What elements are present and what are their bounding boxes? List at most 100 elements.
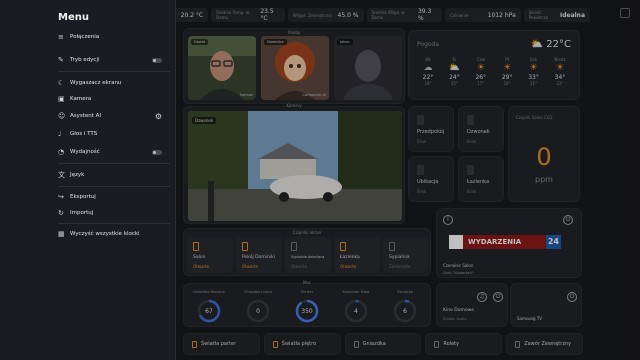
scene-button[interactable]: Zawór Zewnętrzny — [506, 333, 583, 355]
window-icon[interactable] — [620, 8, 630, 18]
menu-item-export[interactable]: ↪ Eksportuj — [58, 191, 162, 203]
gauge[interactable]: Komputer Kuba 4 — [333, 290, 379, 324]
menu-item-label: Wygaszacz ekranu — [70, 80, 122, 86]
sensor-state: Brak — [417, 189, 427, 194]
people-cameras-card: Osoby Dawid Samuel Dominika Cartoonish A… — [183, 28, 405, 104]
menu-item-label: Importuj — [70, 210, 94, 216]
sensor-state: Brak — [467, 189, 477, 194]
camera-caption: Cartoonish AI — [302, 93, 326, 97]
gear-icon[interactable]: ⚙ — [155, 112, 162, 121]
light-name: Sypialnia — [389, 255, 410, 260]
light-tile[interactable]: Sypialnia dziecięca Otwarte — [285, 237, 331, 273]
status-label: Ciśnienie — [450, 12, 469, 18]
menu-item-performance[interactable]: ◔ Wydajność — [58, 146, 162, 158]
menu-item-clear-all[interactable]: ▦ Wyczyść wszystkie klocki — [58, 228, 162, 240]
gauge-label: Serwer — [300, 290, 314, 294]
scene-button[interactable]: Światła piętro — [263, 333, 341, 355]
light-tile[interactable]: Salon Otwarte — [187, 237, 233, 273]
tv-card[interactable]: ⏻ Samsung TV — [510, 283, 582, 327]
menu-item-camera[interactable]: ▣ Kamera — [58, 93, 162, 105]
menu-item-label: Połączenia — [70, 34, 100, 40]
news-source: Czerwiec Salon — [443, 263, 474, 268]
light-name: Salon — [193, 255, 206, 260]
camera-tile[interactable]: Jakub — [334, 36, 402, 100]
menu-item-label: Wyczyść wszystkie klocki — [70, 231, 140, 237]
performance-toggle[interactable] — [152, 149, 162, 155]
forecast-day: Czw ☀ 26° 17° — [470, 57, 492, 86]
light-state: Otwarte — [340, 264, 357, 269]
power-icon[interactable]: ⏻ — [493, 292, 503, 302]
sensor-tile[interactable]: Dzwonek Brak — [458, 106, 504, 152]
status-value: 1012 hPa — [487, 11, 516, 19]
bulb-icon — [389, 242, 395, 251]
camera-icon: ▣ — [58, 95, 65, 103]
menu-item-edit-mode[interactable]: ✎ Tryb edycji — [58, 54, 162, 66]
sensor-name: Dzwonek — [467, 129, 490, 135]
sensor-tile[interactable]: Ubikacja Brak — [408, 156, 454, 202]
export-icon: ↪ — [58, 193, 64, 201]
status-bar: 20.2 °C Średnia Temp. w Domu 23.5 °C Wilg… — [140, 8, 590, 22]
blurred-photo — [334, 36, 402, 100]
gauge-value: 4 — [354, 308, 358, 315]
camera-tile[interactable]: Dawid Samuel — [188, 36, 256, 100]
gauge[interactable]: Serwer 350 — [284, 290, 330, 324]
sensor-tile[interactable]: Łazienka Brak — [458, 156, 504, 202]
scene-label: Zawór Zewnętrzny — [524, 341, 572, 347]
light-tile[interactable]: Łazienka Otwarte — [334, 237, 380, 273]
doorbell-feed: Dzwonek — [188, 111, 402, 221]
menu-item-screensaver[interactable]: ☾ Wygaszacz ekranu — [58, 77, 162, 89]
status-item: Jakość Powietrza Idealna — [523, 8, 590, 22]
scene-label: Rolety — [443, 341, 460, 347]
scene-label: Gniazdka — [362, 341, 386, 347]
home-theater-card[interactable]: ♫ ⏻ Kino Domowe Źródło: Audio — [436, 283, 508, 327]
bulb-icon — [340, 242, 346, 251]
language-icon: 文 — [58, 171, 65, 179]
doorbell-tag: Dzwonek — [192, 117, 217, 124]
status-value: Idealna — [559, 11, 585, 19]
menu-title: Menu — [58, 12, 89, 23]
light-name: Sypialnia dziecięca — [291, 255, 325, 259]
media-state: Źródło: Audio — [443, 317, 467, 321]
info-icon[interactable]: i — [443, 215, 453, 225]
scene-button[interactable]: Światła parter — [183, 333, 260, 355]
gauge-ring: 67 — [197, 299, 221, 323]
doorbell-camera-card[interactable]: Kamery Dzwonek — [183, 103, 405, 224]
menu-item-ai-assistant[interactable]: ☺ Asystent AI ⚙ — [58, 110, 162, 122]
lights-title: Czujniki ekran — [292, 230, 322, 235]
gauge[interactable]: Gniazdko Narożne 67 — [186, 290, 232, 324]
top-icons — [620, 8, 630, 18]
clear-cache-icon: ▦ — [58, 230, 65, 238]
menu-divider — [58, 223, 170, 224]
camera-tag: Dawid — [191, 39, 208, 45]
volume-icon[interactable]: ♫ — [477, 292, 487, 302]
scene-button[interactable]: Rolety — [425, 333, 503, 355]
light-tile[interactable]: Pokój Dominiki Otwarte — [236, 237, 282, 273]
day-low: 21° — [530, 81, 538, 86]
edit-icon: ✎ — [58, 56, 64, 64]
gauge-value: 67 — [205, 308, 213, 315]
media-name: Samsung TV — [517, 316, 543, 321]
scene-button[interactable]: Gniazdka — [344, 333, 422, 355]
day-low: 17° — [477, 81, 485, 86]
light-name: Pokój Dominiki — [242, 255, 275, 260]
power-icon[interactable]: ⏻ — [563, 215, 573, 225]
gauge[interactable]: Gniazdko Lustro 0 — [235, 290, 281, 324]
weather-card: Pogoda ⛅ 22°C Wt ☁ 22° 18° Śr ⛅ 24° 15° Czw ☀ 26°… — [408, 30, 580, 100]
gauge[interactable]: Szczotka 6 — [382, 290, 428, 324]
menu-item-language[interactable]: 文 Język — [58, 169, 162, 181]
lights-card: Czujniki ekran Salon Otwarte Pokój Domini… — [183, 228, 431, 276]
menu-item-import[interactable]: ↻ Importuj — [58, 207, 162, 219]
camera-tag: Dominika — [264, 39, 287, 45]
light-tile[interactable]: Sypialnia Zamknięte — [383, 237, 429, 273]
power-icon[interactable]: ⏻ — [567, 292, 577, 302]
menu-item-voice-tts[interactable]: ♩ Głos i TTS — [58, 128, 162, 140]
sensor-state: Brak — [417, 139, 427, 144]
menu-item-label: Język — [70, 172, 85, 178]
camera-tile[interactable]: Dominika Cartoonish AI — [261, 36, 329, 100]
sun-icon: ☀ — [503, 63, 512, 73]
partly-cloudy-icon: ⛅ — [448, 63, 460, 73]
edit-mode-toggle[interactable] — [152, 57, 162, 63]
news-card[interactable]: i ⏻ WYDARZENIA 24 Czerwiec Salon Dość "W… — [436, 208, 582, 278]
sensor-tile[interactable]: Przedpokój Brak — [408, 106, 454, 152]
menu-item-connections[interactable]: ≡ Połączenia — [58, 31, 162, 43]
